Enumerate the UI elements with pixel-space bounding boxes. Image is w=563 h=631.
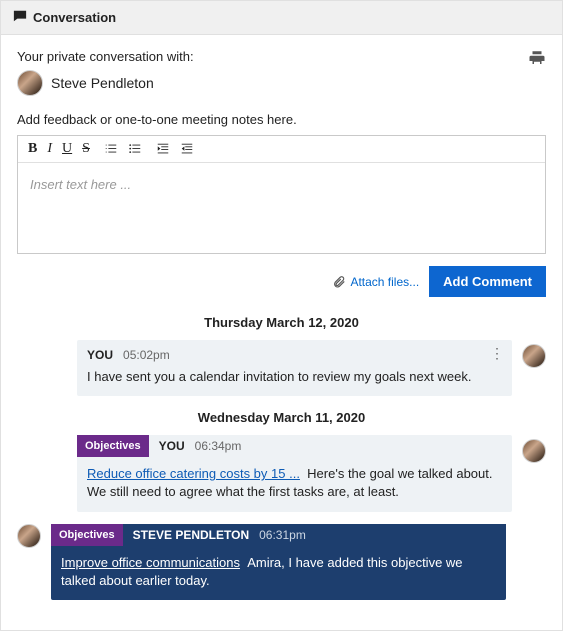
message-bubble: ⋮ YOU 05:02pm I have sent you a calendar…: [77, 340, 512, 396]
chat-icon: [13, 9, 27, 26]
objective-badge: Objectives: [51, 524, 123, 546]
avatar: [522, 344, 546, 368]
italic-button[interactable]: I: [47, 142, 52, 156]
message-bubble: Objectives YOU 06:34pm Reduce office cat…: [77, 435, 512, 511]
panel-header: Conversation: [1, 1, 562, 35]
indent-button[interactable]: [156, 142, 170, 156]
attach-files-link[interactable]: Attach files...: [332, 275, 419, 289]
underline-button[interactable]: U: [62, 142, 72, 156]
editor-textarea[interactable]: Insert text here ...: [18, 163, 545, 253]
message-menu-icon[interactable]: ⋮: [490, 346, 504, 360]
outdent-button[interactable]: [180, 142, 194, 156]
ordered-list-button[interactable]: [104, 142, 118, 156]
rich-text-editor: B I U S: [17, 135, 546, 254]
message-time: 06:31pm: [259, 528, 306, 542]
avatar: [522, 439, 546, 463]
message-body: I have sent you a calendar invitation to…: [87, 368, 502, 386]
participant-row: Steve Pendleton: [17, 70, 194, 96]
conversation-panel: Conversation Your private conversation w…: [0, 0, 563, 631]
strike-button[interactable]: S: [82, 142, 90, 156]
add-comment-button[interactable]: Add Comment: [429, 266, 546, 297]
message-time: 05:02pm: [123, 348, 170, 362]
avatar: [17, 70, 43, 96]
message-time: 06:34pm: [195, 439, 242, 453]
message-bubble: Objectives STEVE PENDLETON 06:31pm Impro…: [51, 524, 506, 600]
bold-button[interactable]: B: [28, 142, 37, 156]
message-row: Objectives STEVE PENDLETON 06:31pm Impro…: [17, 524, 546, 600]
intro-text: Your private conversation with:: [17, 49, 194, 64]
message-thread: Thursday March 12, 2020 ⋮ YOU 05:02pm I …: [17, 315, 546, 600]
editor-hint: Add feedback or one-to-one meeting notes…: [17, 112, 546, 127]
message-body: Reduce office catering costs by 15 ... H…: [87, 465, 502, 501]
objective-link[interactable]: Reduce office catering costs by 15 ...: [87, 466, 300, 481]
objective-link[interactable]: Improve office communications: [61, 555, 240, 570]
panel-title: Conversation: [33, 10, 116, 25]
avatar: [17, 524, 41, 548]
message-row: Objectives YOU 06:34pm Reduce office cat…: [17, 435, 546, 511]
objective-badge: Objectives: [77, 435, 149, 457]
unordered-list-button[interactable]: [128, 142, 142, 156]
message-author: YOU: [87, 348, 113, 362]
editor-toolbar: B I U S: [18, 136, 545, 163]
attach-files-label: Attach files...: [350, 275, 419, 289]
message-author: STEVE PENDLETON: [133, 528, 249, 542]
participant-name: Steve Pendleton: [51, 75, 154, 91]
date-separator: Wednesday March 11, 2020: [17, 410, 546, 425]
message-row: ⋮ YOU 05:02pm I have sent you a calendar…: [17, 340, 546, 396]
message-author: YOU: [159, 439, 185, 453]
message-body: Improve office communications Amira, I h…: [61, 554, 496, 590]
date-separator: Thursday March 12, 2020: [17, 315, 546, 330]
print-icon[interactable]: [528, 49, 546, 70]
